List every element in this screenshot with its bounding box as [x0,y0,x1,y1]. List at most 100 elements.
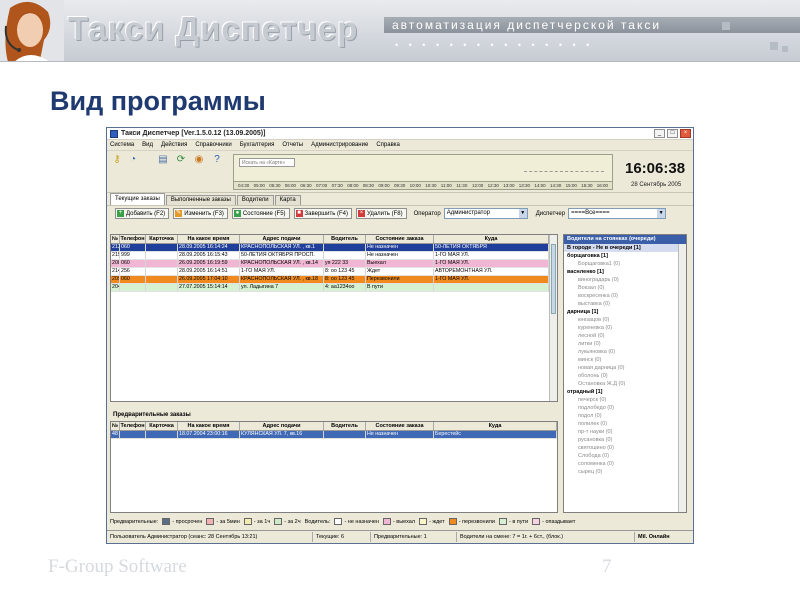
column-header[interactable]: Куда [434,422,557,430]
orders-table-body: 213 060 28.09.2005 16:14:24 КРАСНОПОЛЬСКАЯ … [111,244,557,292]
timeline-tick: 07:00 [316,183,328,188]
driver-item[interactable]: новая дарница (0) [564,364,686,372]
refresh-icon[interactable]: ⟳ [175,154,187,166]
driver-item[interactable]: лукьяновка (0) [564,348,686,356]
document-icon[interactable]: ▤ [157,154,169,166]
table-cell: 28.09.2005 16:14:51 [178,268,240,275]
driver-item[interactable]: минск (0) [564,356,686,364]
drivers-scrollbar[interactable] [678,244,686,512]
driver-item[interactable]: воскресенка (0) [564,292,686,300]
action-button[interactable]: × Удалить (F8) [356,208,407,219]
driver-item[interactable]: Слобода (0) [564,452,686,460]
chevron-down-icon[interactable]: ▼ [518,209,527,218]
help-icon[interactable]: ? [211,154,223,166]
column-header[interactable]: Карточка [146,422,178,430]
table-row[interactable]: 209 060 26.09.2005 17:04:10 КРАСНОПОЛЬСКАЯ … [111,276,557,284]
driver-item[interactable]: полилек (0) [564,420,686,428]
driver-item[interactable]: оболонь (0) [564,372,686,380]
menu-item[interactable]: Справочники [195,142,231,148]
driver-item[interactable]: куреневка (0) [564,324,686,332]
scroll-thumb[interactable] [551,244,556,314]
menu-item[interactable]: Вид [142,142,153,148]
driver-item[interactable]: отрадный [1] [564,388,686,396]
driver-item[interactable]: святошино (0) [564,444,686,452]
action-label: Удалить (F8) [367,210,403,217]
timeline[interactable]: Искать на «Карте» 04:30 05:00 05:30 06:00 06… [233,154,613,190]
driver-item[interactable]: лесной (0) [564,332,686,340]
column-header[interactable]: № [111,235,120,243]
column-header[interactable]: Куда [434,235,549,243]
table-row[interactable]: 215 999 28.09.2005 16:15:43 50-ЛЕТИЯ ОКТЯБР… [111,252,557,260]
column-header[interactable]: Телефон [120,422,146,430]
orders-scrollbar[interactable] [549,235,557,401]
close-icon[interactable]: × [680,129,691,138]
table-cell: 28.09.2005 16:14:24 [178,244,240,251]
table-row[interactable]: 214 256 28.09.2005 16:14:51 1-ГО МАЯ УЛ. 8: … [111,268,557,276]
menu-item[interactable]: Отчеты [282,142,303,148]
window-titlebar[interactable]: Такси Диспетчер [Ver.1.5.0.12 (13.09.200… [107,128,693,140]
operator-photo [0,0,64,61]
driver-item[interactable]: дарница [1] [564,308,686,316]
driver-item[interactable]: сырец (0) [564,468,686,476]
action-button[interactable]: + Добавить (F2) [115,208,170,219]
tab-1[interactable]: Текущие заказы [110,193,165,205]
driver-item[interactable]: соломенка (0) [564,460,686,468]
driver-item[interactable]: подлобедо (0) [564,404,686,412]
driver-item[interactable]: борщаговка [1] [564,252,686,260]
column-header[interactable]: На какое время [178,235,240,243]
column-header[interactable]: Состояние заказа [366,235,434,243]
column-header[interactable]: Адрес подачи [240,235,324,243]
action-button[interactable]: ● Состояние (F5) [231,208,290,219]
driver-item[interactable]: выставка (0) [564,300,686,308]
maximize-icon[interactable]: □ [667,129,678,138]
driver-item[interactable]: русановка (0) [564,436,686,444]
column-header[interactable]: Карточка [146,235,178,243]
driver-item[interactable]: виноградарь (0) [564,276,686,284]
driver-item[interactable]: Вокзал (0) [564,284,686,292]
chevron-down-icon[interactable]: ▼ [657,209,666,218]
tab-3[interactable]: Водители [236,195,274,205]
table-cell: 26.09.2005 17:04:10 [178,276,240,283]
column-header[interactable]: Водитель [324,422,366,430]
menu-item[interactable]: Действия [161,142,187,148]
keys-icon[interactable]: ⚷ [111,154,123,166]
legend-swatch [532,518,541,525]
timeline-tick: 15:00 [565,183,577,188]
driver-item[interactable]: В городе - Не в очереди [1] [564,244,686,252]
driver-item[interactable]: кнезацов (0) [564,316,686,324]
clock-icon[interactable]: ◔ [127,154,139,166]
operator-select[interactable]: Администратор ▼ [443,208,528,219]
table-row[interactable]: 208 060 26.09.2005 16:19:59 КРАСНОПОЛЬСКАЯ … [111,260,557,268]
column-header[interactable]: Адрес подачи [240,422,324,430]
column-header[interactable]: № [111,422,120,430]
column-header[interactable]: Водитель [324,235,366,243]
table-row[interactable]: 213 060 28.09.2005 16:14:24 КРАСНОПОЛЬСКАЯ … [111,244,557,252]
table-cell [146,276,178,283]
legend-swatch [498,518,507,525]
menu-item[interactable]: Бухгалтерия [240,142,275,148]
menu-item[interactable]: Администрирование [311,142,368,148]
tab-4[interactable]: Карта [274,195,301,205]
legend-swatch [243,518,252,525]
timeline-search[interactable]: Искать на «Карте» [239,158,295,167]
globe-icon[interactable]: ◉ [193,154,205,166]
driver-item[interactable]: Борщаговка1 (0) [564,260,686,268]
tab-2[interactable]: Выполненные заказы [165,195,236,205]
table-row[interactable]: 48 18.07.2004 23:00:16 КУЛЯНСКАЯ УЛ. 7, кв… [111,431,557,439]
menu-item[interactable]: Система [110,142,134,148]
menu-item[interactable]: Справка [376,142,400,148]
column-header[interactable]: Телефон [120,235,146,243]
action-button[interactable]: ✎ Изменить (F3) [173,208,228,219]
driver-item[interactable]: пр-т науки (0) [564,428,686,436]
driver-item[interactable]: литки (0) [564,340,686,348]
driver-item[interactable]: печерск (0) [564,396,686,404]
driver-item[interactable]: подол (0) [564,412,686,420]
action-button[interactable]: ■ Завершить (F4) [293,208,352,219]
column-header[interactable]: На какое время [178,422,240,430]
dispatcher-select[interactable]: ====Все==== ▼ [568,208,667,219]
driver-item[interactable]: васнленко [1] [564,268,686,276]
minimize-icon[interactable]: _ [654,129,665,138]
table-row[interactable]: 204 27.07.2005 15:14:14 ул. Ладыгина 7 4: а… [111,284,557,292]
driver-item[interactable]: Остановка Ж.Д (0) [564,380,686,388]
column-header[interactable]: Состояние заказа [366,422,434,430]
